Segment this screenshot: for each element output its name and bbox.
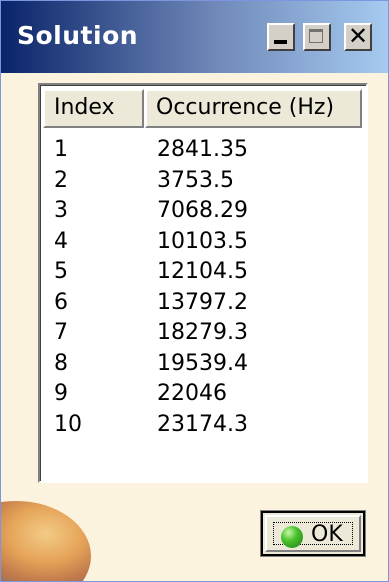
row-occurrence: 18279.3 (157, 320, 248, 345)
row-index: 1 (54, 137, 68, 162)
decorative-swirl (1, 501, 91, 581)
list-row[interactable]: 8 19539.4 (54, 349, 354, 380)
list-row[interactable]: 10 23174.3 (54, 410, 354, 441)
title-bar[interactable]: Solution ✕ (1, 1, 388, 73)
list-row[interactable]: 5 12104.5 (54, 257, 354, 288)
row-index: 10 (54, 411, 82, 437)
list-row[interactable]: 3 7068.29 (54, 196, 354, 227)
list-row[interactable]: 6 13797.2 (54, 288, 354, 319)
row-index: 5 (54, 259, 68, 284)
row-occurrence: 19539.4 (157, 350, 248, 376)
maximize-button (303, 23, 331, 51)
row-occurrence: 23174.3 (157, 411, 248, 437)
row-index: 6 (54, 289, 68, 315)
close-button[interactable]: ✕ (344, 22, 372, 51)
row-index: 3 (54, 198, 68, 223)
minimize-icon (274, 40, 287, 44)
window-title: Solution (17, 21, 139, 50)
solution-dialog: Solution ✕ Index Occurrence (Hz) 1 2841.… (0, 0, 389, 582)
list-row[interactable]: 1 2841.35 (54, 135, 354, 166)
row-occurrence: 2841.35 (157, 137, 248, 162)
green-ball-icon (281, 526, 303, 548)
ok-button[interactable]: OK (260, 510, 366, 557)
row-index: 2 (54, 167, 68, 193)
list-row[interactable]: 4 10103.5 (54, 227, 354, 258)
row-occurrence: 10103.5 (157, 228, 248, 254)
ok-button-face: OK (265, 515, 361, 552)
close-icon: ✕ (347, 22, 369, 50)
list-header: Index Occurrence (Hz) (43, 89, 363, 128)
column-header-occurrence[interactable]: Occurrence (Hz) (145, 89, 362, 128)
row-index: 8 (54, 350, 68, 376)
maximize-icon (309, 29, 323, 43)
row-index: 7 (54, 320, 68, 345)
row-occurrence: 22046 (157, 381, 227, 406)
list-row[interactable]: 7 18279.3 (54, 318, 354, 349)
row-occurrence: 13797.2 (157, 289, 248, 315)
row-occurrence: 3753.5 (157, 167, 234, 193)
solution-list[interactable]: Index Occurrence (Hz) 1 2841.35 2 3753.5… (38, 83, 368, 483)
row-index: 4 (54, 228, 68, 254)
list-rows: 1 2841.35 2 3753.5 3 7068.29 4 10103.5 5… (54, 135, 354, 440)
row-occurrence: 12104.5 (157, 259, 248, 284)
row-occurrence: 7068.29 (157, 198, 248, 223)
row-index: 9 (54, 381, 68, 406)
list-row[interactable]: 2 3753.5 (54, 166, 354, 197)
list-row[interactable]: 9 22046 (54, 379, 354, 410)
ok-button-label: OK (311, 522, 343, 547)
column-header-index[interactable]: Index (43, 89, 144, 128)
minimize-button[interactable] (267, 23, 295, 51)
